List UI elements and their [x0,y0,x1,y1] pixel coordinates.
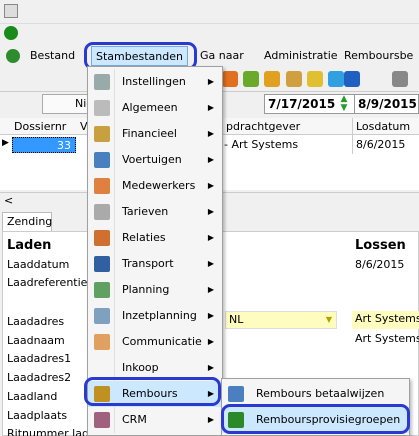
crm-icon [94,412,110,428]
nieuw-button[interactable]: Nie [42,94,93,114]
payment-icon [228,386,244,402]
menu-item-financieel[interactable]: Financieel ▶ [88,121,222,147]
schedule-icon [94,308,110,324]
laden-title: Laden [7,238,52,253]
label-laaddatum: Laaddatum [7,258,70,271]
label-laadland: Laadland [7,390,58,403]
cart-icon[interactable] [392,71,408,87]
calculator-icon [94,204,110,220]
toolbar-icon-7[interactable] [344,71,360,87]
grid-cell-opdrachtgever[interactable]: - Art Systems [224,138,298,151]
label-laadadres2: Laadadres2 [7,371,72,384]
grid-cell-dossiernr[interactable]: 33 [12,137,76,153]
menu-item-inzetplanning[interactable]: Inzetplanning ▶ [88,303,222,329]
grid-cell-losdatum[interactable]: 8/6/2015 [356,138,405,151]
row-indicator-icon: ▶ [2,138,9,148]
menu-item-medewerkers[interactable]: Medewerkers ▶ [88,173,222,199]
menu-remboursbe[interactable]: Remboursbe [340,46,417,66]
col-header-opdrachtgever[interactable]: pdrachtgever [226,120,300,133]
menu-item-relaties[interactable]: Relaties ▶ [88,225,222,251]
transport-icon [94,256,110,272]
truck-icon [94,152,110,168]
money-icon [94,126,110,142]
menu-item-transport[interactable]: Transport ▶ [88,251,222,277]
toolbar-icon-4[interactable] [286,71,302,87]
col-divider [352,118,353,154]
col-header-dossiernr[interactable]: Dossiernr [14,120,66,133]
toolbar-icon-2[interactable] [243,71,259,87]
bestand-icon [6,49,20,63]
menu-administratie[interactable]: Administratie [260,46,342,66]
lossen-adres-field[interactable]: Art Systems - [352,311,419,329]
title-bar [0,0,419,24]
gear-icon [94,100,110,116]
menu-ga-naar[interactable]: Ga naar [196,46,248,66]
label-laadplaats: Laadplaats [7,409,68,422]
app-icon [4,4,18,18]
label-laadadres: Laadadres [7,315,65,328]
menu-item-crm[interactable]: CRM ▶ [88,407,222,433]
date-to-field[interactable]: 8/9/2015 [354,94,419,114]
label-laadadres1: Laadadres1 [7,352,72,365]
lossen-naam: Art Systems [355,332,419,345]
label-laadreferentie: Laadreferentie [7,276,88,289]
menu-item-tarieven[interactable]: Tarieven ▶ [88,199,222,225]
toolbar-icon-5[interactable] [307,71,323,87]
planning-icon [94,282,110,298]
people-icon [94,178,110,194]
menu-bestand[interactable]: Bestand [26,46,79,66]
tab-zending[interactable]: Zending [2,212,52,232]
remboursprovisiegroepen-highlight [221,404,410,434]
toolbar-icon-1[interactable] [222,71,238,87]
communication-icon [94,334,110,350]
dropdown-arrow-icon: ▼ [325,315,332,324]
date-spinner-icon[interactable]: ▲ ▼ [338,95,350,113]
menu-item-communicatie[interactable]: Communicatie ▶ [88,329,222,355]
menu-item-planning[interactable]: Planning ▶ [88,277,222,303]
label-laadnaam: Laadnaam [7,334,65,347]
menu-item-voertuigen[interactable]: Voertuigen ▶ [88,147,222,173]
clover-icon[interactable] [4,26,18,40]
col-header-losdatum[interactable]: Losdatum [356,120,410,133]
laadadres-dropdown[interactable]: NL ▼ [225,311,337,329]
lossen-date: 8/6/2015 [355,258,405,271]
menu-item-algemeen[interactable]: Algemeen ▶ [88,95,222,121]
toolbar-icon-3[interactable] [264,71,280,87]
top-toolbar [0,24,419,42]
toolbar-icon-6[interactable] [328,71,344,87]
lossen-title: Lossen [355,238,406,253]
wrench-icon [94,74,110,90]
rembours-highlight [84,377,221,406]
relations-icon [94,230,110,246]
menu-item-instellingen[interactable]: Instellingen ▶ [88,69,222,95]
